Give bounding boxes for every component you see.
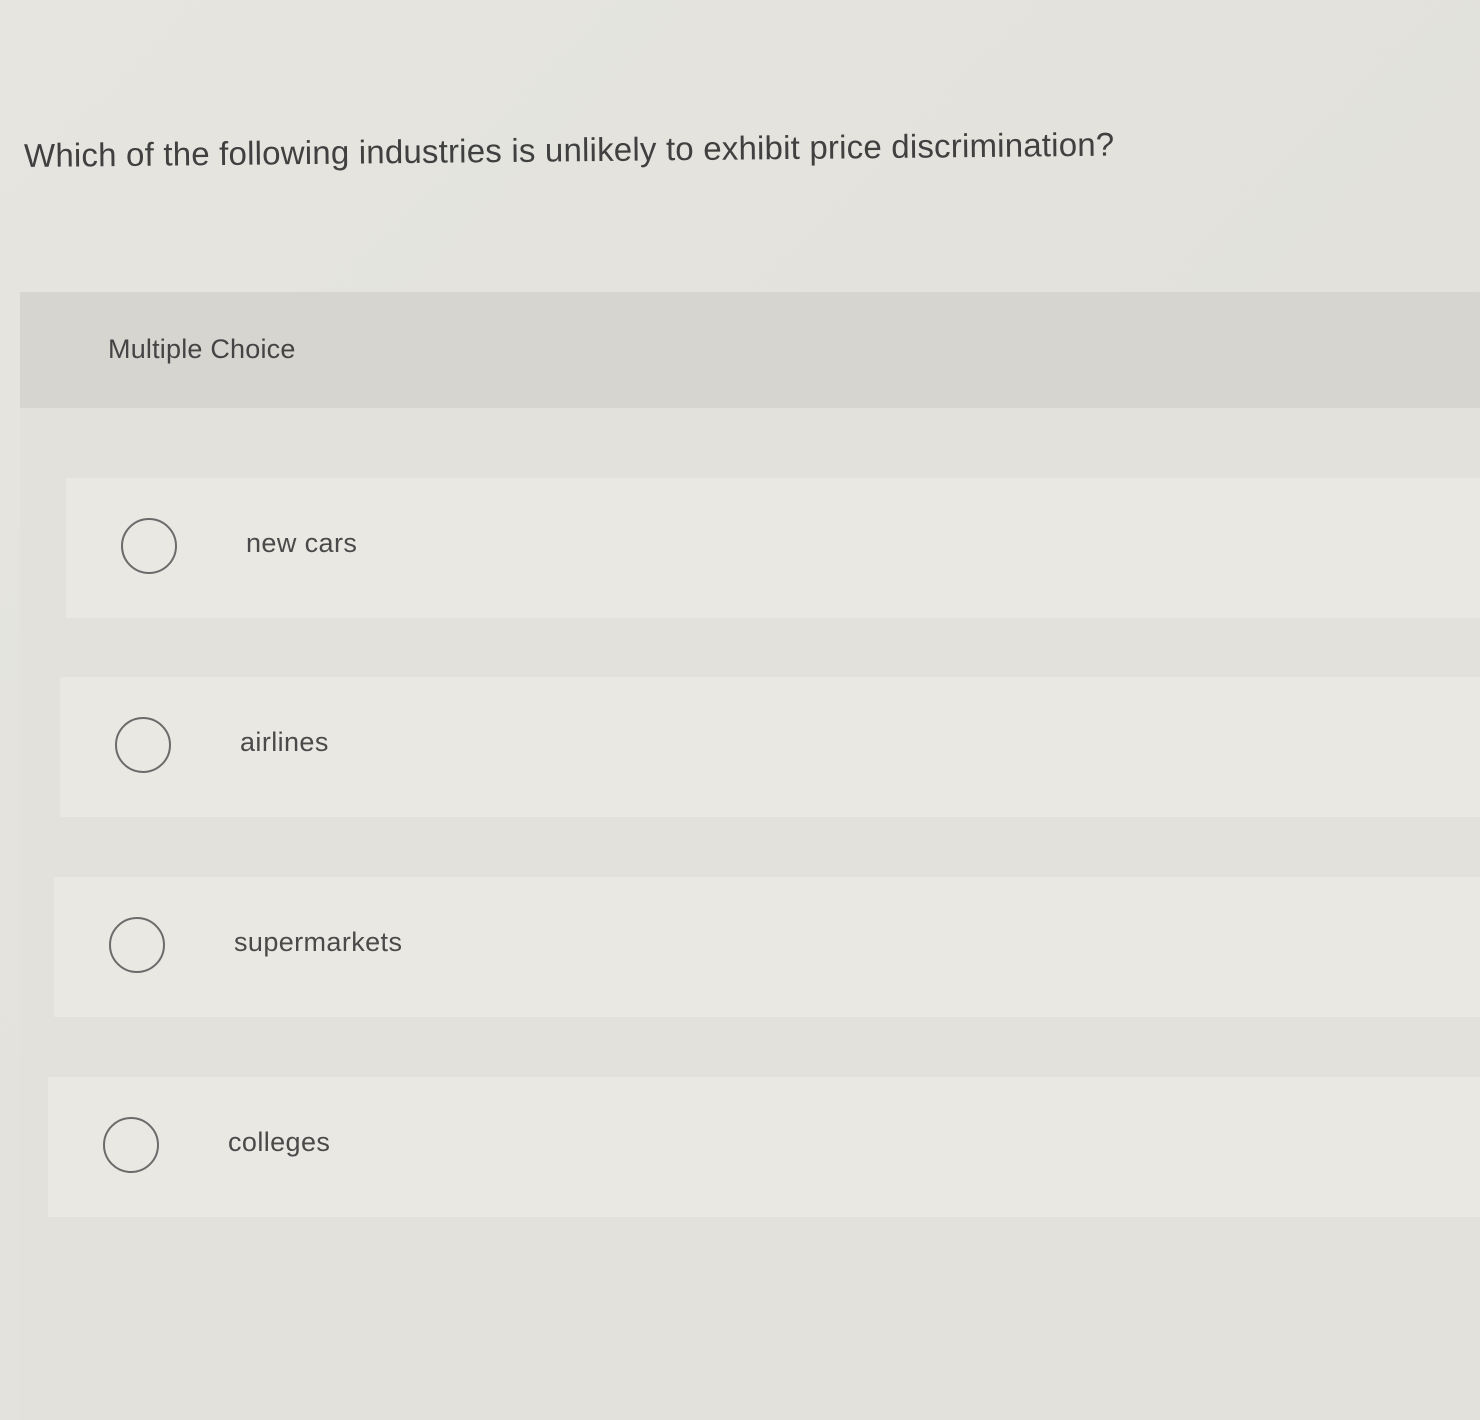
answer-option-new-cars[interactable]: new cars	[66, 478, 1480, 618]
radio-button-icon[interactable]	[121, 518, 177, 574]
multiple-choice-label: Multiple Choice	[108, 334, 296, 364]
multiple-choice-header: Multiple Choice	[20, 292, 1480, 408]
answer-option-label: supermarkets	[234, 927, 403, 957]
answer-option-supermarkets[interactable]: supermarkets	[54, 877, 1480, 1017]
answer-option-label: airlines	[240, 727, 329, 757]
answer-option-label: colleges	[228, 1127, 331, 1157]
radio-button-icon[interactable]	[103, 1117, 159, 1173]
answer-option-colleges[interactable]: colleges	[48, 1077, 1480, 1217]
answer-option-airlines[interactable]: airlines	[60, 677, 1480, 817]
radio-button-icon[interactable]	[109, 917, 165, 973]
question-text: Which of the following industries is unl…	[23, 125, 1115, 174]
radio-button-icon[interactable]	[115, 717, 171, 773]
answer-option-label: new cars	[246, 528, 358, 558]
multiple-choice-panel: Multiple Choice new cars airlines superm…	[20, 292, 1480, 1420]
